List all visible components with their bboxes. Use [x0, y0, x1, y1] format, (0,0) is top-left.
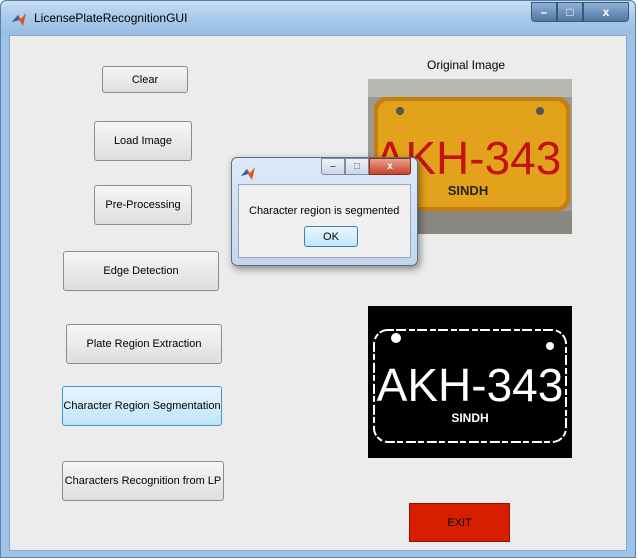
exit-button[interactable]: EXIT	[409, 503, 510, 542]
matlab-logo-icon	[12, 13, 26, 26]
matlab-logo-icon	[241, 167, 255, 180]
maximize-button[interactable]: □	[557, 2, 583, 22]
segmented-plate-province: SINDH	[451, 411, 488, 425]
minimize-button[interactable]: –	[531, 2, 557, 22]
dialog-body: Character region is segmented OK	[238, 184, 411, 258]
window-title: LicensePlateRecognitionGUI	[34, 11, 188, 25]
segmented-plate-number: AKH-343	[377, 359, 564, 411]
load-image-button[interactable]: Load Image	[94, 121, 192, 161]
clear-button[interactable]: Clear	[102, 66, 188, 93]
original-image-label: Original Image	[427, 58, 506, 72]
segmented-plate-image: AKH-343 SINDH	[368, 306, 572, 458]
character-region-segmentation-button[interactable]: Character Region Segmentation	[62, 386, 222, 426]
pre-processing-button[interactable]: Pre-Processing	[94, 185, 192, 225]
window-controls: – □ x	[531, 2, 629, 22]
characters-recognition-button[interactable]: Characters Recognition from LP	[62, 461, 224, 501]
dialog-minimize-button[interactable]: –	[321, 158, 345, 175]
title-bar[interactable]: LicensePlateRecognitionGUI – □ x	[1, 1, 635, 35]
dialog-close-button[interactable]: x	[369, 158, 411, 175]
edge-detection-button[interactable]: Edge Detection	[63, 251, 219, 291]
original-plate-province: SINDH	[448, 183, 488, 198]
dialog-maximize-button[interactable]: □	[345, 158, 369, 175]
dialog-window-controls: – □ x	[321, 158, 411, 175]
ok-button[interactable]: OK	[304, 226, 358, 247]
plate-region-extraction-button[interactable]: Plate Region Extraction	[66, 324, 222, 364]
message-dialog: – □ x Character region is segmented OK	[231, 157, 418, 266]
dialog-message: Character region is segmented	[249, 205, 400, 217]
close-button[interactable]: x	[583, 2, 629, 22]
